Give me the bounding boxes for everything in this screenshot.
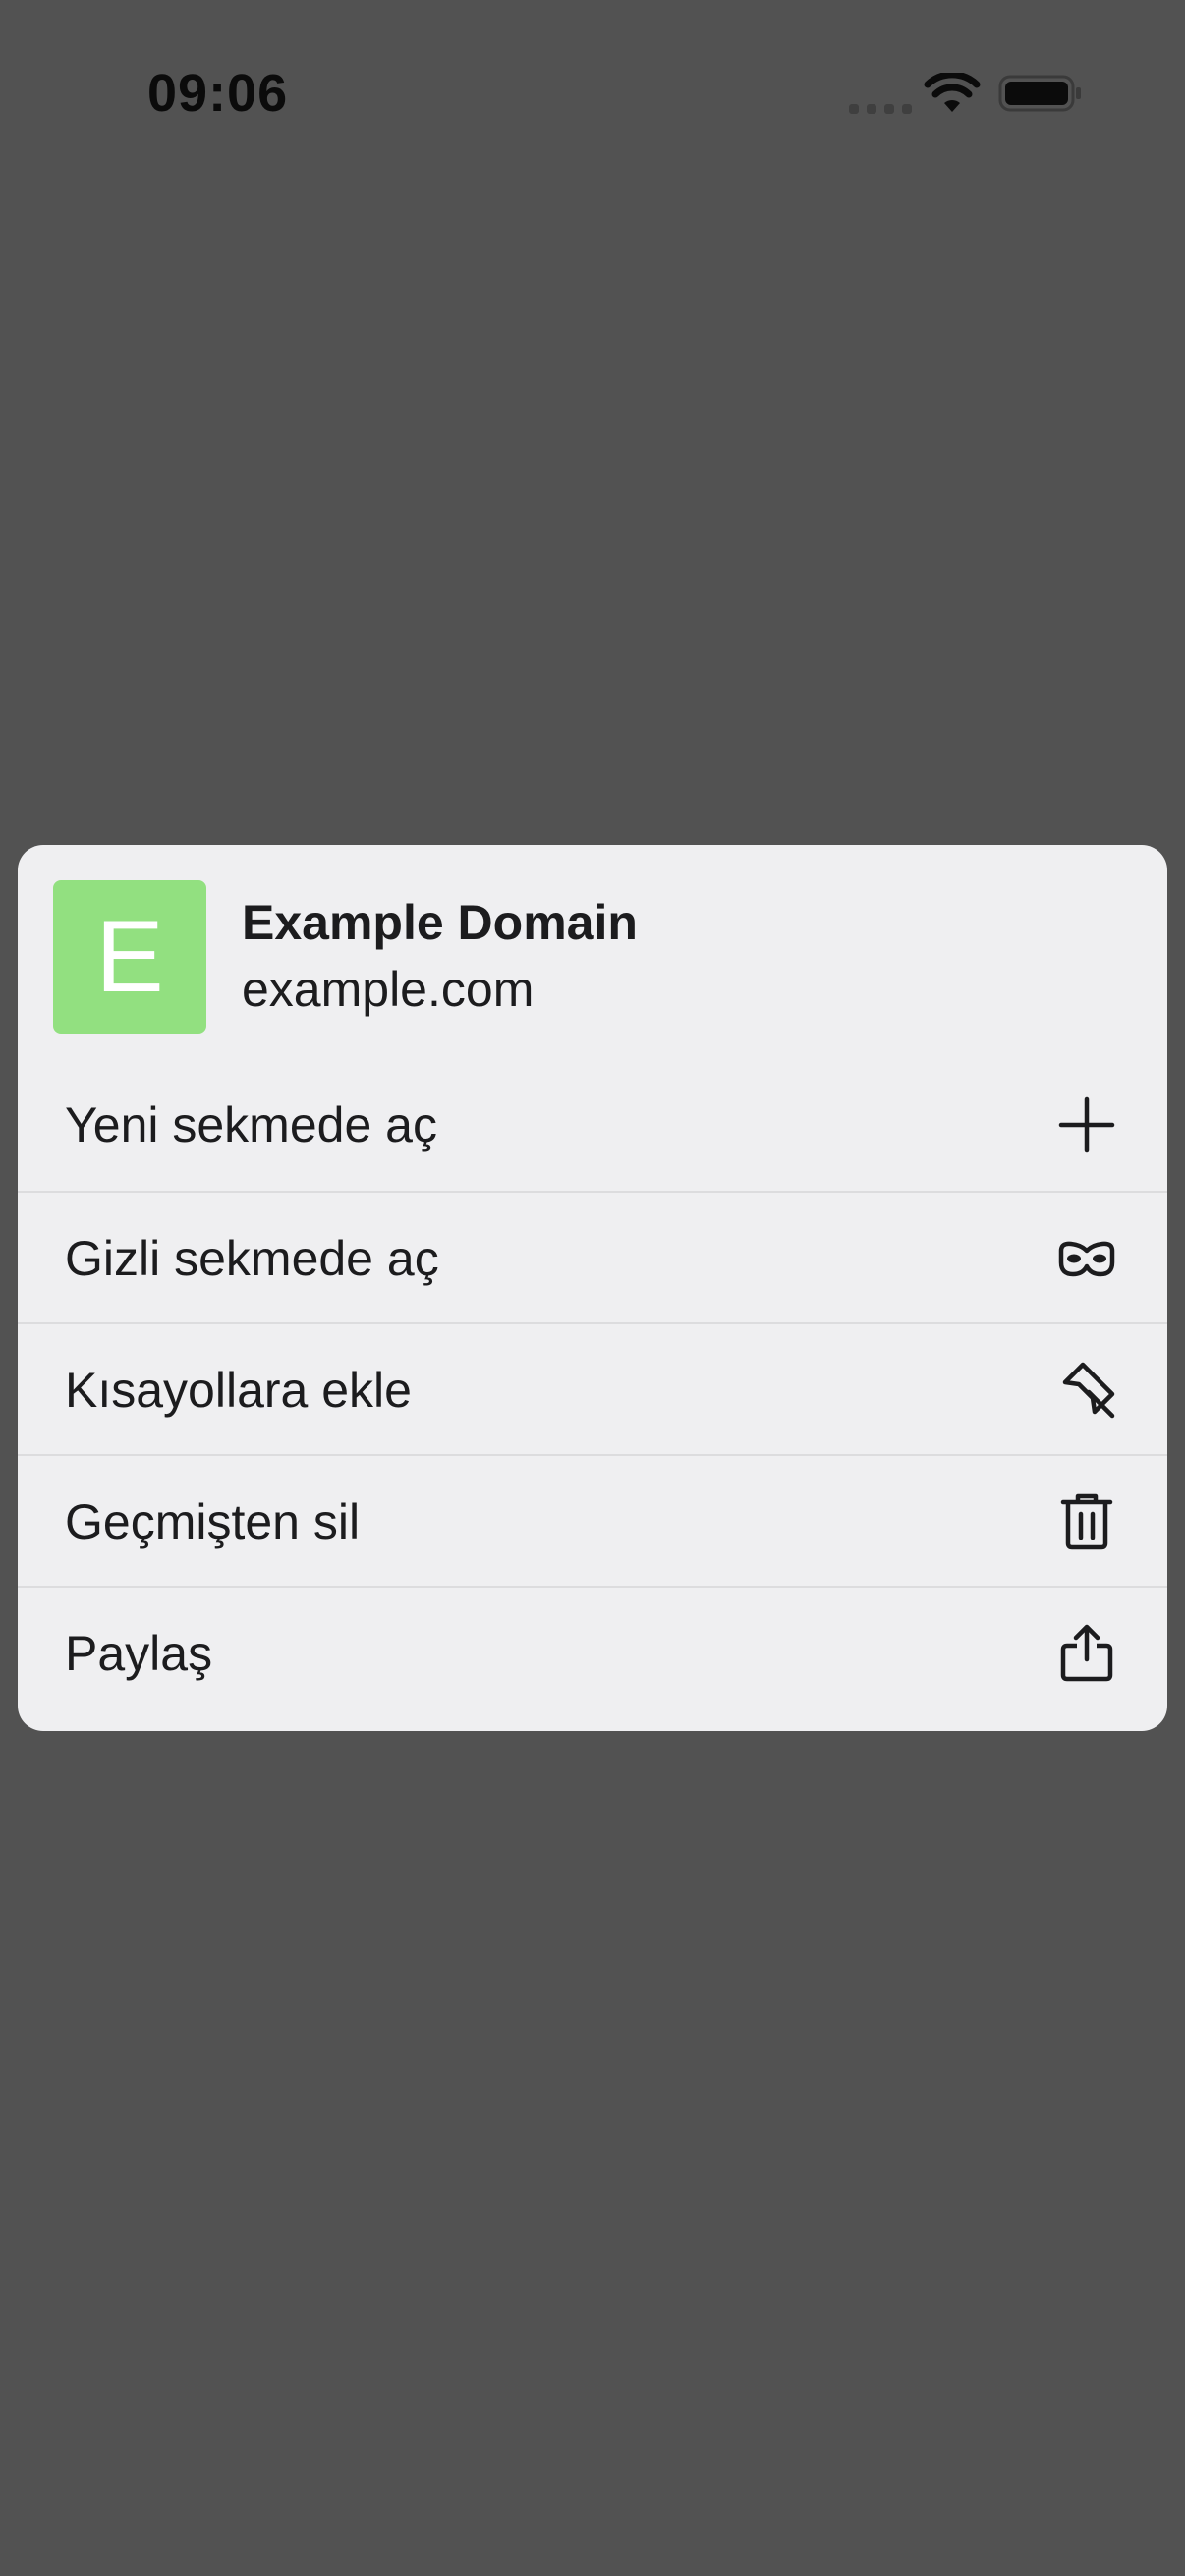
pin-icon [1057, 1361, 1116, 1420]
menu-header: E Example Domain example.com [18, 845, 1167, 1059]
menu-item-open-new-tab[interactable]: Yeni sekmede aç [18, 1059, 1167, 1191]
plus-icon [1057, 1095, 1116, 1154]
site-title: Example Domain [242, 895, 638, 950]
menu-item-label: Yeni sekmede aç [65, 1097, 437, 1152]
incognito-mask-icon [1057, 1229, 1116, 1288]
status-time: 09:06 [147, 64, 289, 123]
menu-item-delete-from-history[interactable]: Geçmişten sil [18, 1454, 1167, 1586]
cellular-dots-icon [849, 104, 912, 114]
menu-item-share[interactable]: Paylaş [18, 1586, 1167, 1717]
context-menu: E Example Domain example.com Yeni sekmed… [18, 845, 1167, 1731]
menu-item-add-to-shortcuts[interactable]: Kısayollara ekle [18, 1322, 1167, 1454]
menu-item-label: Kısayollara ekle [65, 1363, 412, 1418]
status-bar: 09:06 [0, 0, 1185, 196]
trash-icon [1057, 1492, 1116, 1551]
menu-item-label: Gizli sekmede aç [65, 1231, 439, 1286]
site-domain: example.com [242, 962, 535, 1017]
menu-item-label: Paylaş [65, 1626, 213, 1681]
menu-item-open-incognito-tab[interactable]: Gizli sekmede aç [18, 1191, 1167, 1322]
battery-icon [998, 75, 1081, 112]
wifi-icon [924, 73, 981, 112]
site-avatar: E [53, 880, 206, 1034]
menu-item-label: Geçmişten sil [65, 1494, 361, 1549]
share-icon [1057, 1624, 1116, 1683]
